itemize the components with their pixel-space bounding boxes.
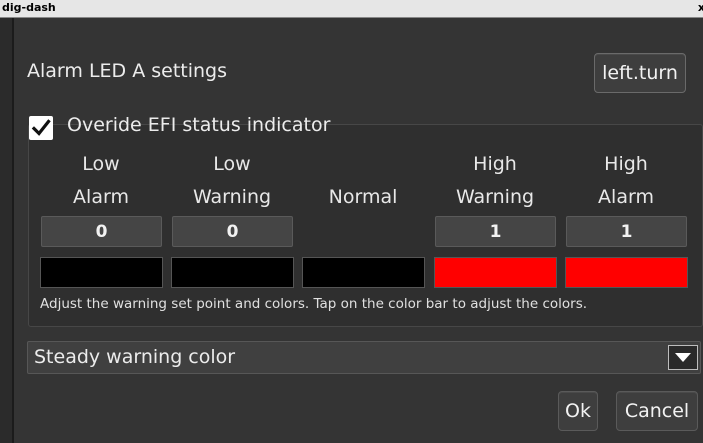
ok-button[interactable]: Ok xyxy=(558,391,598,431)
warning-mode-selected: Steady warning color xyxy=(34,346,236,368)
window-title: dig-dash xyxy=(2,1,56,14)
low-warning-color-bar[interactable] xyxy=(171,257,294,288)
col-low-alarm-label-1: Low xyxy=(82,153,120,175)
col-low-warning-label-2: Warning xyxy=(192,186,272,208)
col-high-warning-label-2: Warning xyxy=(455,186,535,208)
checkmark-icon xyxy=(31,119,51,136)
turn-signal-button[interactable]: left.turn xyxy=(594,53,686,93)
close-icon[interactable]: x xyxy=(698,1,703,14)
override-checkbox-row[interactable]: Overide EFI status indicator xyxy=(29,114,330,140)
warning-mode-select[interactable]: Steady warning color xyxy=(27,341,701,374)
high-alarm-color-bar[interactable] xyxy=(565,257,688,288)
app-window: dig-dash x Alarm LED A settings left.tur… xyxy=(0,0,703,443)
col-normal-label: Normal xyxy=(328,186,398,208)
override-label: Overide EFI status indicator xyxy=(67,114,331,136)
col-high-alarm-label-1: High xyxy=(604,153,648,175)
col-high-warning-label-1: High xyxy=(473,153,517,175)
cancel-button[interactable]: Cancel xyxy=(616,391,698,431)
high-warning-color-bar[interactable] xyxy=(434,257,557,288)
low-alarm-color-bar[interactable] xyxy=(40,257,163,288)
dialog-heading: Alarm LED A settings xyxy=(27,60,228,82)
normal-color-bar[interactable] xyxy=(302,257,425,288)
chevron-down-icon xyxy=(675,353,691,362)
title-bar: dig-dash x xyxy=(0,0,703,18)
col-low-alarm-label-2: Alarm xyxy=(73,186,129,208)
override-checkbox[interactable] xyxy=(29,116,53,140)
low-warning-value-input[interactable]: 0 xyxy=(172,216,293,247)
dropdown-button[interactable] xyxy=(668,345,698,370)
high-alarm-value-input[interactable]: 1 xyxy=(566,216,687,247)
col-low-warning-label-1: Low xyxy=(213,153,251,175)
high-warning-value-input[interactable]: 1 xyxy=(435,216,556,247)
low-alarm-value-input[interactable]: 0 xyxy=(41,216,162,247)
col-high-alarm-label-2: Alarm xyxy=(598,186,654,208)
hint-text: Adjust the warning set point and colors.… xyxy=(40,296,588,312)
